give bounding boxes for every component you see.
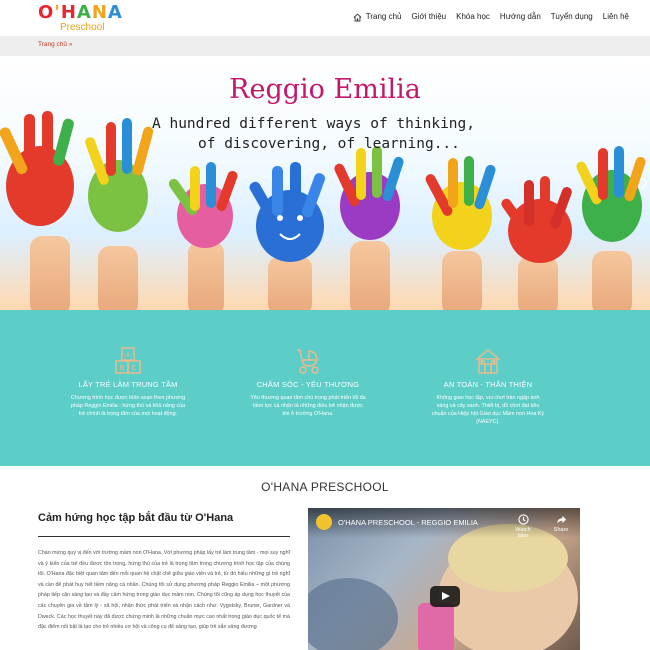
feature-title: LẤY TRẺ LÀM TRUNG TÂM: [78, 380, 178, 389]
intro-paragraph: Chào mừng quý vị đến với trường mầm non …: [38, 550, 290, 631]
watch-later-button[interactable]: Watch later: [510, 514, 536, 539]
channel-avatar[interactable]: [316, 514, 332, 530]
svg-text:A: A: [126, 351, 131, 359]
video-title[interactable]: O'HANA PRESCHOOL - REGGIO EMILIA: [338, 518, 478, 527]
watch-later-label: Watch later: [515, 527, 531, 539]
heading-divider: [38, 536, 290, 537]
breadcrumb: Trang chủ »: [0, 36, 650, 56]
building-blocks-icon: A B C: [115, 347, 141, 374]
feature-title: AN TOÀN - THÂN THIỆN: [443, 380, 533, 389]
stroller-icon: [297, 349, 319, 374]
nav-label: Giới thiệu: [411, 12, 447, 21]
banner-subtitle-line1: A hundred different ways of thinking,: [152, 116, 476, 132]
logo-letter: O: [38, 2, 55, 23]
share-button[interactable]: Share: [548, 514, 574, 533]
nav-label: Tuyển dụng: [550, 12, 593, 21]
share-icon: [556, 515, 566, 524]
nav-label: Trang chủ: [365, 12, 402, 21]
nav-item-careers[interactable]: Tuyển dụng: [546, 10, 598, 24]
logo-letter: A: [76, 2, 92, 23]
features-band: A B C LẤY TRẺ LÀM TRUNG TÂM Chương trình…: [0, 310, 650, 466]
nav-item-about[interactable]: Giới thiệu: [407, 10, 452, 24]
nav-item-courses[interactable]: Khóa học: [451, 10, 495, 24]
play-button[interactable]: [430, 586, 460, 607]
feature-description: Không gian học tập, vui chơi tràn ngập á…: [431, 395, 545, 425]
site-header: O'HANA Preschool Trang chủ Giới thiệu Kh…: [0, 0, 650, 36]
nav-label: Liên hệ: [602, 12, 629, 21]
logo-letter: H: [60, 2, 77, 23]
svg-text:C: C: [132, 364, 137, 372]
feature-safe-friendly: AN TOÀN - THÂN THIỆN Không gian học tập,…: [418, 346, 558, 426]
main-nav: Trang chủ Giới thiệu Khóa học Hướng dẫn …: [348, 10, 634, 24]
nav-item-guide[interactable]: Hướng dẫn: [495, 10, 546, 24]
nav-item-home[interactable]: Trang chủ: [348, 10, 407, 24]
logo-subtitle: Preschool: [60, 22, 105, 33]
nav-label: Hướng dẫn: [499, 12, 541, 21]
breadcrumb-home-link[interactable]: Trang chủ »: [38, 41, 72, 48]
feature-title: CHĂM SÓC - YÊU THƯƠNG: [256, 380, 360, 389]
intro-heading: Cảm hứng học tập bắt đầu từ O'Hana: [38, 512, 234, 524]
house-icon: [475, 349, 501, 374]
feature-description: Chương trình học được biên soạn theo phư…: [70, 395, 186, 417]
nav-item-contact[interactable]: Liên hệ: [598, 10, 634, 24]
feature-child-centered: A B C LẤY TRẺ LÀM TRUNG TÂM Chương trình…: [58, 346, 198, 418]
clock-icon: [517, 514, 529, 525]
feature-care-love: CHĂM SÓC - YÊU THƯƠNG Yêu thương quan tâ…: [238, 346, 378, 418]
chevron-right-icon[interactable]: [640, 176, 648, 190]
logo-letter: N: [91, 2, 108, 23]
share-label: Share: [553, 527, 569, 533]
hero-banner: Reggio Emilia A hundred different ways o…: [0, 56, 650, 310]
banner-subtitle-line2: of discovering, of learning...: [198, 136, 460, 152]
nav-label: Khóa học: [456, 12, 490, 21]
banner-title: Reggio Emilia: [229, 74, 421, 105]
logo-wordmark: O'HANA: [38, 3, 123, 23]
svg-text:B: B: [120, 364, 125, 372]
home-icon: [353, 12, 362, 22]
section-title: O'HANA PRESCHOOL: [261, 480, 389, 494]
logo[interactable]: O'HANA Preschool: [38, 3, 128, 34]
feature-description: Yêu thương quan tâm chú trọng phát triển…: [250, 395, 366, 417]
video-player[interactable]: O'HANA PRESCHOOL - REGGIO EMILIA Watch l…: [308, 508, 580, 650]
logo-letter: A: [107, 2, 123, 23]
